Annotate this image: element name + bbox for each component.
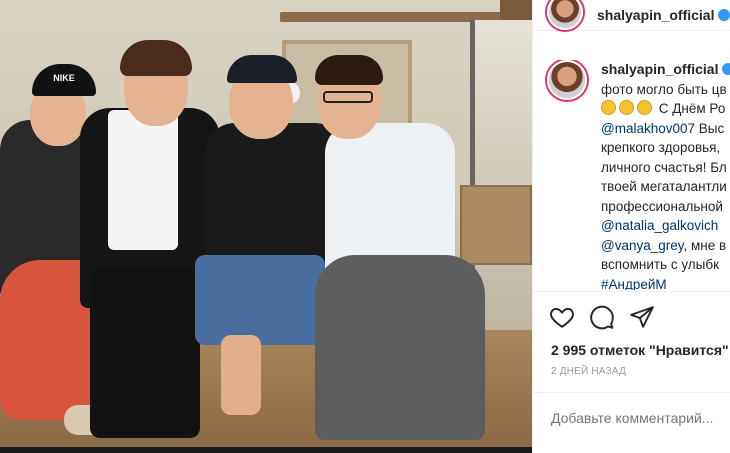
post-header: shalyapin_official	[533, 0, 730, 31]
caption-line: фото могло быть цв	[601, 81, 727, 97]
paper-plane-icon[interactable]	[629, 304, 655, 330]
action-bar	[549, 304, 655, 330]
caption-line: профессиональной	[601, 198, 723, 214]
caption-avatar[interactable]	[547, 60, 587, 100]
caption-line: @malakhov007 Выс	[601, 119, 730, 139]
post-date[interactable]: 2 ДНЕЙ НАЗАД	[551, 366, 626, 377]
caption-line-text: Выс	[698, 120, 725, 136]
comment-bubble-icon[interactable]	[589, 304, 615, 330]
caption-area: shalyapin_official фото могло быть цв С …	[533, 60, 730, 290]
caption-line-text: С Днём Ро	[658, 101, 726, 116]
likes-count[interactable]: 2 995 отметок "Нравится"	[551, 342, 729, 358]
divider	[533, 392, 730, 393]
avatar[interactable]	[547, 0, 583, 30]
mention-link[interactable]: @natalia_galkovich	[601, 218, 718, 233]
heart-icon[interactable]	[549, 304, 575, 330]
caption-text: shalyapin_official фото могло быть цв С …	[601, 60, 730, 290]
caption-line: @vanya_grey, мне в	[601, 236, 730, 256]
caption-line: крепкого здоровья,	[601, 140, 721, 155]
glasses	[323, 91, 373, 103]
hashtag-link[interactable]: #АндрейМ	[601, 277, 667, 291]
photo-bottom-strip	[0, 447, 532, 453]
person-man-glasses	[305, 55, 495, 447]
post-photo[interactable]: NIKE	[0, 0, 532, 447]
caption-line: личного счастья! Бл	[601, 159, 727, 175]
comment-input[interactable]	[551, 410, 730, 426]
verified-badge-icon	[722, 63, 730, 75]
caption-line: @natalia_galkovich	[601, 216, 730, 236]
caption-line: твоей мегаталантли	[601, 179, 727, 194]
mention-link[interactable]: @malakhov007	[601, 121, 695, 136]
caption-row: shalyapin_official фото могло быть цв С …	[547, 60, 730, 290]
caption-line: С Днём Ро	[601, 99, 730, 119]
nike-cap-text: NIKE	[53, 73, 75, 83]
verified-badge-icon	[718, 9, 730, 21]
caption-line: #АндрейМ	[601, 275, 730, 291]
caption-username[interactable]: shalyapin_official	[601, 61, 718, 77]
laughing-emoji-icon	[601, 100, 616, 115]
header-username[interactable]: shalyapin_official	[597, 7, 714, 23]
mention-link[interactable]: @vanya_grey	[601, 238, 684, 253]
caption-line-text: , мне в	[683, 237, 727, 253]
laughing-emoji-icon	[637, 100, 652, 115]
laughing-emoji-icon	[619, 100, 634, 115]
divider	[533, 291, 730, 292]
post-side-panel: shalyapin_official shalyapin_official фо…	[532, 0, 730, 453]
caption-line: вспомнить с улыбк	[601, 257, 720, 272]
